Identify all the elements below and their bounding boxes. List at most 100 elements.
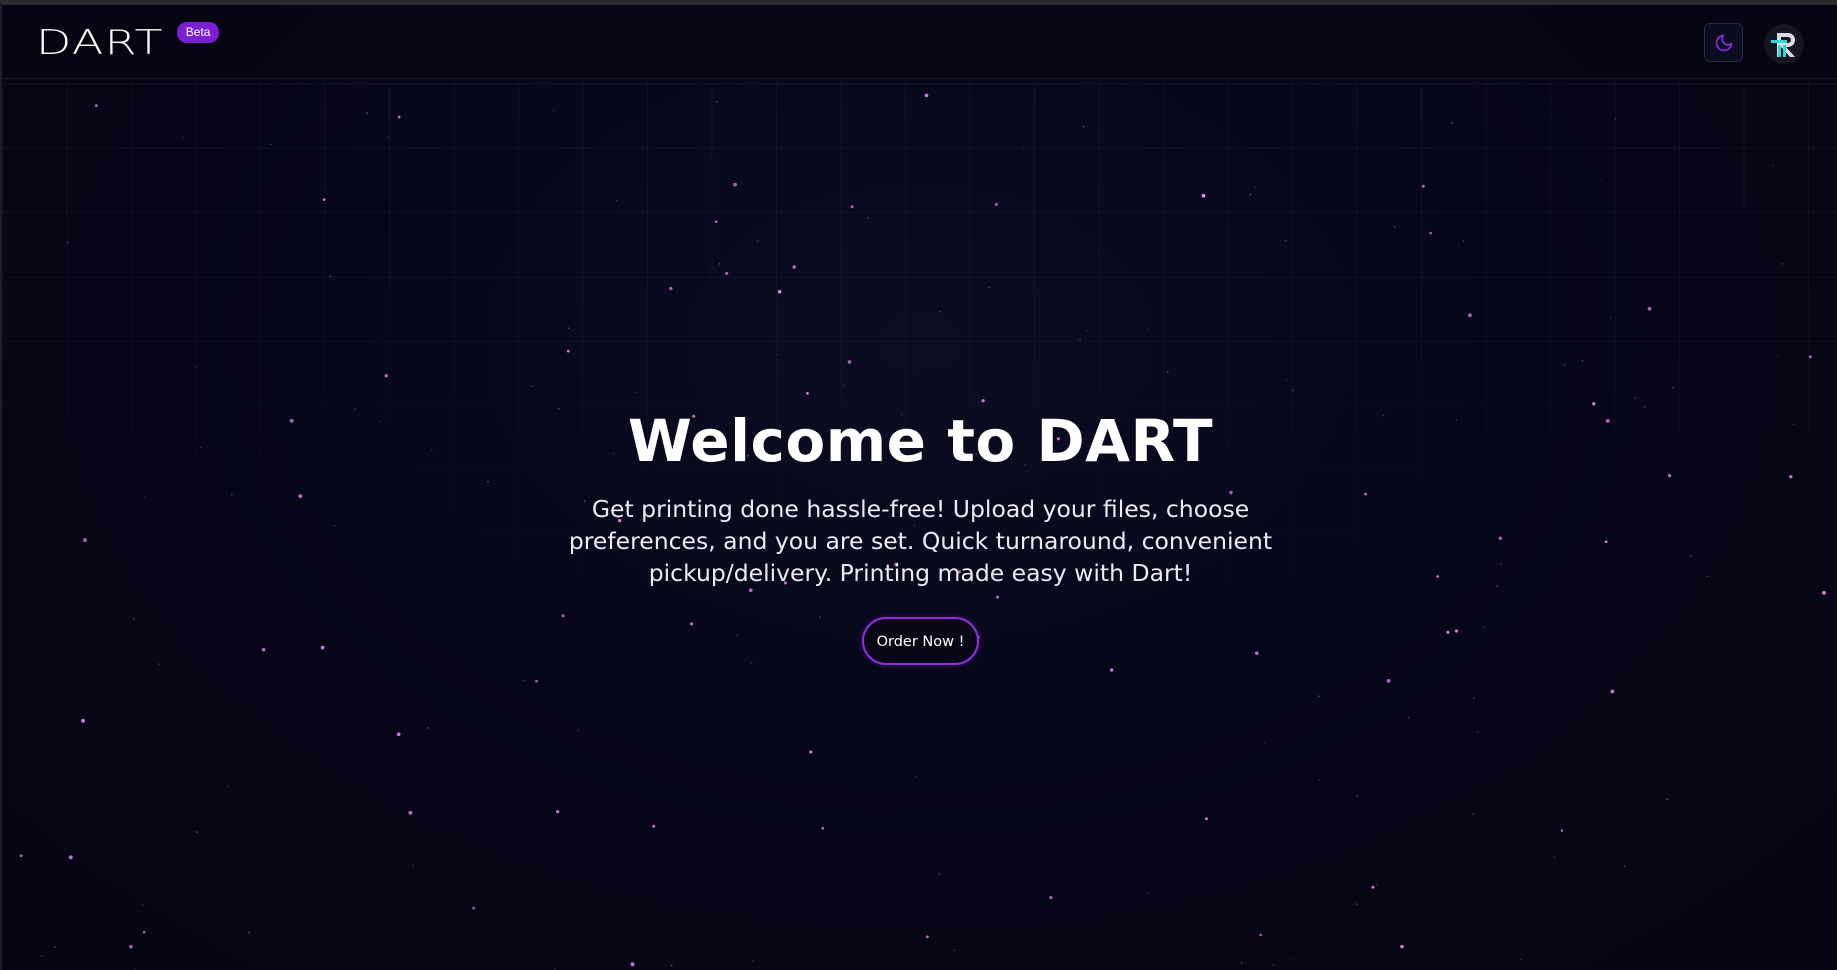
star — [670, 964, 673, 967]
star — [530, 385, 533, 387]
star — [1581, 360, 1584, 362]
star — [669, 286, 673, 291]
star — [1781, 262, 1784, 265]
star — [1400, 944, 1404, 949]
star — [1473, 697, 1475, 700]
star — [94, 104, 98, 108]
star — [1371, 885, 1375, 889]
star — [1286, 379, 1288, 382]
star — [1600, 178, 1603, 180]
star — [1356, 903, 1358, 905]
star — [134, 967, 137, 970]
star — [1201, 193, 1206, 198]
star — [1356, 794, 1359, 797]
star — [472, 906, 475, 910]
star — [926, 935, 929, 939]
star — [924, 93, 929, 98]
star — [1563, 364, 1566, 367]
star — [1240, 961, 1243, 964]
order-now-button[interactable]: Order Now ! — [861, 617, 980, 665]
star — [1079, 338, 1082, 341]
star — [1450, 121, 1454, 125]
star — [1421, 184, 1425, 188]
star — [270, 143, 272, 146]
star — [1386, 679, 1391, 683]
star — [1049, 896, 1053, 900]
star — [1666, 798, 1669, 801]
star — [19, 854, 23, 858]
star — [1259, 933, 1262, 937]
star — [635, 391, 638, 394]
star — [552, 109, 555, 112]
hero-subtitle: Get printing done hassle-free! Upload yo… — [568, 495, 1273, 587]
star — [847, 360, 852, 364]
star — [630, 962, 635, 967]
star — [1264, 742, 1266, 744]
star — [809, 750, 813, 754]
star — [714, 220, 718, 224]
star — [322, 198, 326, 201]
star — [1614, 118, 1617, 120]
star — [1254, 186, 1257, 189]
star — [994, 202, 998, 206]
star — [227, 785, 230, 788]
star — [248, 931, 251, 934]
star — [1477, 731, 1479, 734]
star — [939, 310, 941, 313]
star — [408, 810, 413, 815]
star — [1249, 193, 1252, 196]
star — [953, 949, 955, 952]
logo[interactable]: DART — [36, 25, 164, 61]
hero-title: Welcome to DART — [627, 407, 1214, 475]
star — [1560, 829, 1564, 832]
star — [1284, 239, 1287, 242]
beta-badge: Beta — [176, 22, 220, 43]
star — [556, 809, 560, 814]
star — [1407, 716, 1410, 719]
star — [1086, 329, 1089, 332]
star — [426, 726, 429, 729]
star — [1647, 306, 1652, 311]
star — [329, 275, 332, 278]
star — [733, 182, 737, 187]
star — [1109, 668, 1114, 672]
star — [309, 841, 311, 843]
star — [523, 679, 525, 682]
star — [756, 240, 759, 242]
star — [915, 775, 917, 778]
star — [68, 855, 73, 860]
star — [182, 136, 185, 139]
star — [566, 349, 570, 353]
star — [1393, 225, 1396, 228]
star — [1467, 313, 1472, 318]
star — [577, 729, 580, 732]
star — [1462, 240, 1465, 242]
star — [1292, 959, 1295, 961]
star — [725, 271, 729, 275]
star — [1672, 386, 1674, 389]
star — [716, 100, 718, 103]
star — [1609, 317, 1612, 319]
star — [1376, 884, 1378, 886]
star — [142, 904, 144, 906]
star — [129, 945, 133, 949]
star — [66, 241, 69, 244]
star — [1776, 355, 1779, 358]
star — [792, 265, 796, 269]
star — [195, 831, 199, 834]
star — [821, 826, 825, 830]
star — [195, 367, 198, 369]
star — [1205, 817, 1208, 821]
star — [777, 289, 782, 294]
avatar[interactable] — [1764, 24, 1804, 64]
star — [718, 262, 721, 265]
theme-toggle-button[interactable] — [1704, 23, 1743, 62]
star — [1623, 865, 1626, 868]
star — [81, 718, 85, 723]
star — [1772, 164, 1774, 166]
star — [142, 931, 146, 934]
star — [396, 732, 401, 737]
star — [1808, 355, 1812, 359]
brand[interactable]: DART Beta — [36, 22, 220, 61]
star — [1318, 779, 1320, 781]
